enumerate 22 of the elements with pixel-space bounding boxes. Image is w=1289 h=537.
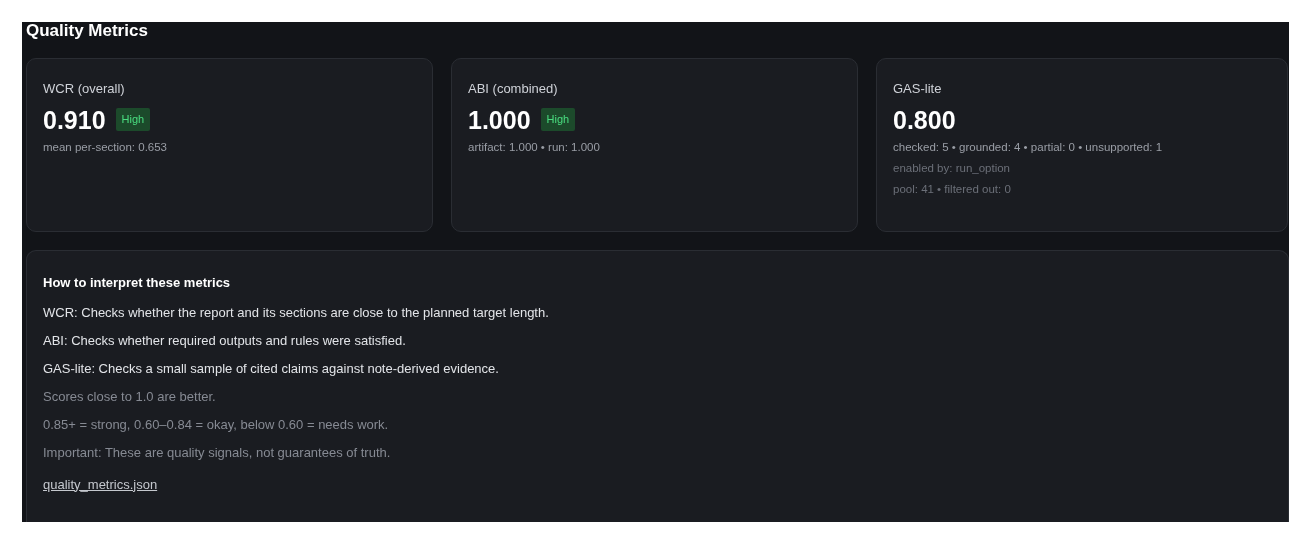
help-text: 0.85+ = strong, 0.60–0.84 = okay, below 0.60 = needs work. bbox=[43, 416, 390, 433]
metric-detail: checked: 5 • grounded: 4 • partial: 0 • unsupported: 1 bbox=[893, 139, 1164, 155]
section-title: Quality Metrics bbox=[26, 22, 149, 40]
metric-label: WCR (overall) bbox=[43, 80, 126, 98]
metric-detail: mean per-section: 0.653 bbox=[43, 139, 169, 155]
help-text: Scores close to 1.0 are better. bbox=[43, 388, 217, 405]
metric-value: 0.800 bbox=[893, 104, 956, 135]
status-badge: High bbox=[115, 108, 151, 131]
help-text: WCR: Checks whether the report and its sections are close to the planned target length. bbox=[43, 304, 550, 321]
metric-detail: pool: 41 • filtered out: 0 bbox=[893, 182, 1012, 197]
metric-detail: artifact: 1.000 • run: 1.000 bbox=[468, 139, 601, 155]
metric-label: ABI (combined) bbox=[468, 80, 559, 98]
metric-label: GAS-lite bbox=[893, 80, 943, 98]
metric-value: 1.000 bbox=[468, 104, 531, 135]
help-text: ABI: Checks whether required outputs and rules were satisfied. bbox=[43, 332, 407, 349]
help-heading: How to interpret these metrics bbox=[43, 274, 232, 292]
help-text: Important: These are quality signals, not guarantees of truth. bbox=[43, 444, 392, 461]
metric-value: 0.910 bbox=[43, 104, 106, 135]
metric-detail: enabled by: run_option bbox=[893, 160, 1011, 176]
file-link[interactable]: quality_metrics.json bbox=[43, 474, 158, 494]
status-badge: High bbox=[540, 108, 576, 131]
help-text: GAS-lite: Checks a small sample of cited claims against note-derived evidence. bbox=[43, 360, 500, 377]
